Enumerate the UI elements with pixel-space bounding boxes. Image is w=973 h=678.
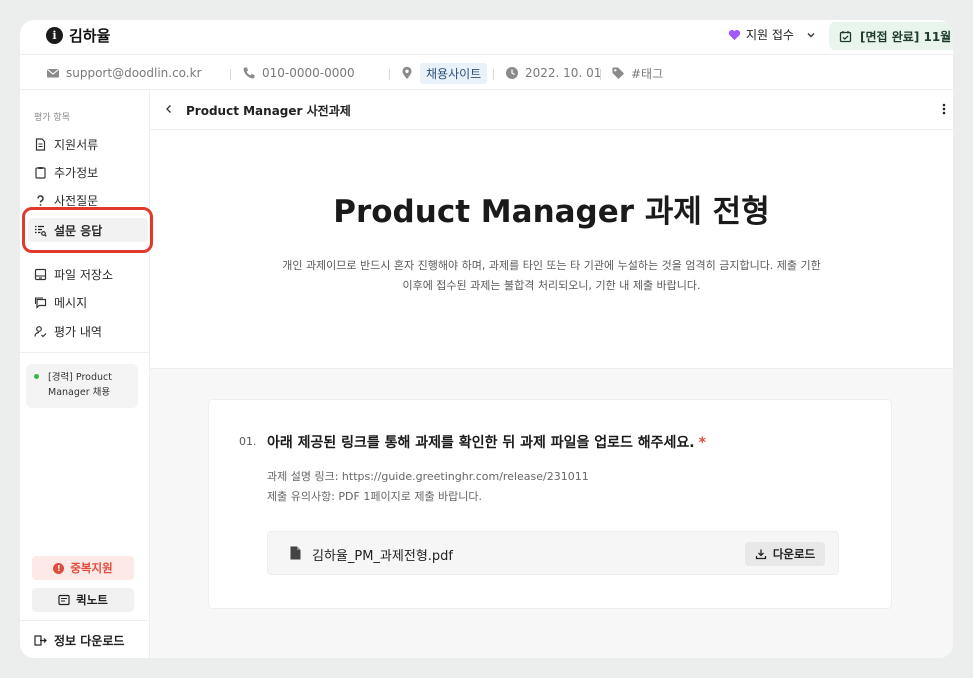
message-icon [34, 297, 47, 309]
questions-area: 01. 아래 제공된 링크를 통해 과제를 확인한 뒤 과제 파일을 업로드 해… [150, 368, 953, 658]
job-posting-card[interactable]: [경력] Product Manager 채용 [26, 364, 138, 408]
separator [389, 69, 390, 80]
file-icon [290, 546, 301, 560]
calendar-check-icon [839, 30, 852, 42]
tag-item[interactable]: #태그 [611, 55, 663, 91]
sidebar-item-extra-info[interactable]: 추가정보 [34, 164, 98, 181]
question-icon [37, 195, 44, 206]
quicknote-label: 퀵노트 [76, 593, 108, 607]
question-text: 아래 제공된 링크를 통해 과제를 확인한 뒤 과제 파일을 업로드 해주세요.… [267, 432, 706, 452]
document-icon [35, 138, 46, 151]
clock-icon [506, 67, 518, 79]
question-number: 01. [239, 435, 257, 448]
header: i 김하율 지원 접수 [면접 완료] 11월 2 [20, 20, 953, 54]
file-name: 김하율_PM_과제전형.pdf [312, 549, 453, 564]
status-dropdown[interactable]: 지원 접수 [728, 26, 817, 43]
job-title-line2: Manager 채용 [48, 387, 111, 398]
note-icon [58, 594, 70, 606]
sidebar-item-file-storage[interactable]: 파일 저장소 [34, 266, 113, 283]
duplicate-application-button[interactable]: ! 중복지원 [32, 556, 134, 580]
sidebar-item-evaluations[interactable]: 평가 내역 [34, 323, 102, 340]
sidebar: 평가 항목 지원서류 추가정보 사전질문 설문 응답 파일 저장소 메시지 평가… [20, 90, 153, 658]
source-item: 채용사이트 [400, 55, 488, 91]
sidebar-divider [20, 352, 149, 353]
mail-icon [47, 69, 59, 78]
clipboard-icon [35, 167, 46, 179]
sidebar-item-label: 파일 저장소 [54, 268, 114, 282]
download-info-label: 정보 다운로드 [54, 634, 125, 648]
sidebar-section-title: 평가 항목 [34, 113, 70, 123]
contact-bar: support@doodlin.co.kr 010-0000-0000 채용사이… [20, 54, 953, 90]
job-title-line1: [경력] Product [48, 372, 112, 383]
download-label: 다운로드 [772, 547, 816, 561]
tag-icon [612, 67, 624, 79]
question-card: 01. 아래 제공된 링크를 통해 과제를 확인한 뒤 과제 파일을 업로드 해… [208, 399, 892, 609]
export-icon [34, 635, 47, 646]
sidebar-item-label: 추가정보 [54, 166, 99, 180]
user-check-icon [34, 326, 47, 338]
candidate-title: i 김하율 [46, 25, 110, 46]
question-note: 제출 유의사항: PDF 1페이지로 제출 바랍니다. [267, 490, 483, 503]
phone-item[interactable]: 010-0000-0000 [242, 55, 355, 91]
chevron-left-icon[interactable] [164, 103, 174, 115]
sidebar-item-label: 메시지 [54, 296, 88, 310]
applicant-card: i 김하율 지원 접수 [면접 완료] 11월 2 support@doodli… [20, 20, 953, 658]
download-icon [755, 549, 766, 560]
assignment-description: 개인 과제이므로 반드시 혼자 진행해야 하며, 과제를 타인 또는 타 기관에… [250, 256, 853, 296]
question-guide-link: 과제 설명 링크: https://guide.greetinghr.com/r… [267, 470, 589, 483]
candidate-name: 김하율 [69, 27, 111, 45]
description-line: 개인 과제이므로 반드시 혼자 진행해야 하며, 과제를 타인 또는 타 기관에… [282, 259, 821, 272]
sidebar-item-label: 평가 내역 [54, 325, 102, 339]
date-item: 2022. 10. 01 [505, 55, 601, 91]
description-line: 이후에 접수된 과제는 불합격 처리되오니, 기한 내 제출 바랍니다. [402, 279, 701, 292]
interview-label: [면접 완료] 11월 2 [860, 29, 953, 44]
alert-icon: ! [53, 562, 65, 574]
heart-icon [728, 29, 741, 40]
required-mark: * [698, 435, 706, 451]
question-text-content: 아래 제공된 링크를 통해 과제를 확인한 뒤 과제 파일을 업로드 해주세요. [267, 435, 695, 451]
info-icon[interactable]: i [46, 27, 63, 44]
download-info-button[interactable]: 정보 다운로드 [34, 632, 124, 649]
location-pin-icon [402, 66, 412, 79]
separator [493, 69, 494, 80]
tag-text: #태그 [631, 66, 664, 81]
sidebar-item-documents[interactable]: 지원서류 [34, 136, 98, 153]
sidebar-divider [20, 620, 149, 621]
more-vertical-icon[interactable] [942, 102, 946, 116]
download-button[interactable]: 다운로드 [745, 542, 825, 566]
content-topbar: Product Manager 사전과제 [150, 90, 953, 130]
quicknote-button[interactable]: 퀵노트 [32, 588, 134, 612]
email-text: support@doodlin.co.kr [66, 66, 202, 80]
interview-status-badge[interactable]: [면접 완료] 11월 2 [829, 22, 953, 50]
source-chip[interactable]: 채용사이트 [420, 62, 488, 84]
highlight-annotation [22, 207, 153, 253]
sidebar-item-messages[interactable]: 메시지 [34, 294, 87, 311]
file-storage-icon [34, 268, 47, 281]
status-dot [34, 374, 39, 379]
email-item[interactable]: support@doodlin.co.kr [46, 55, 202, 91]
duplicate-label: 중복지원 [70, 561, 113, 575]
status-label: 지원 접수 [746, 28, 794, 42]
main-content: Product Manager 사전과제 Product Manager 과제 … [150, 90, 953, 658]
sidebar-item-label: 지원서류 [54, 138, 99, 152]
topbar-title: Product Manager 사전과제 [186, 104, 351, 118]
chevron-down-icon [807, 32, 815, 37]
date-text: 2022. 10. 01 [525, 66, 602, 80]
attached-file: 김하율_PM_과제전형.pdf 다운로드 [267, 531, 839, 575]
assignment-title: Product Manager 과제 전형 [333, 194, 770, 230]
separator [600, 69, 601, 80]
separator [230, 69, 231, 80]
phone-icon [243, 67, 255, 79]
phone-text: 010-0000-0000 [262, 66, 355, 80]
assignment-header: Product Manager 과제 전형 개인 과제이므로 반드시 혼자 진행… [150, 130, 953, 368]
